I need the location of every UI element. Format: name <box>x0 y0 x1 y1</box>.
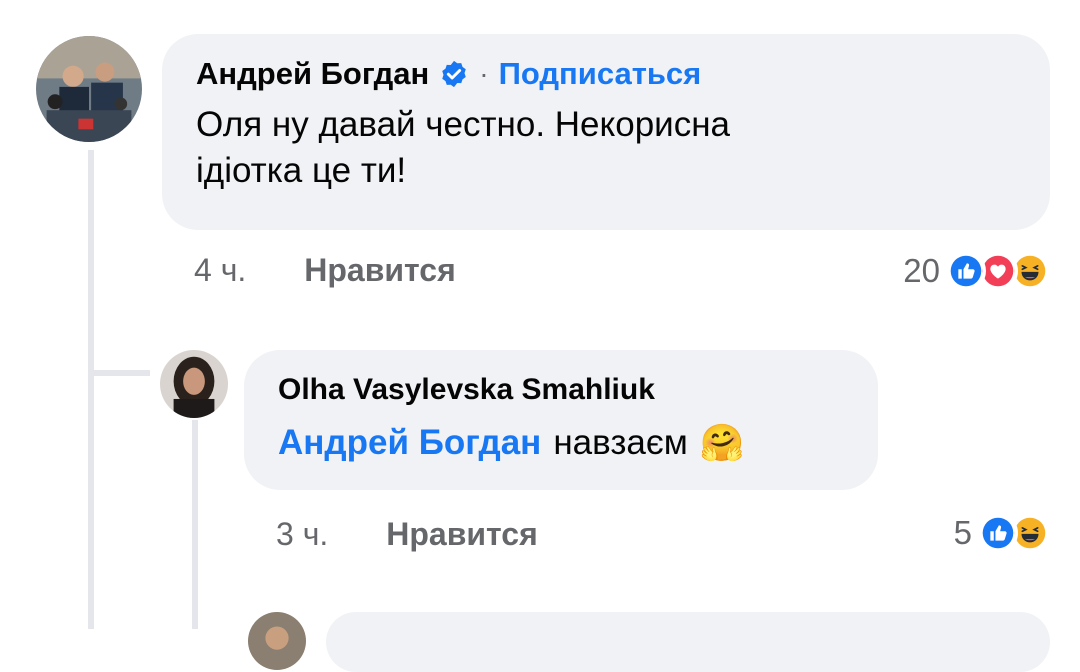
reply-author[interactable]: Olha Vasylevska Smahliuk <box>278 372 655 408</box>
like-icon <box>946 251 986 291</box>
separator-dot: · <box>479 58 489 89</box>
like-icon <box>978 513 1018 553</box>
reaction-summary[interactable]: 20 <box>903 250 1050 292</box>
avatar[interactable] <box>160 350 228 418</box>
reply-time[interactable]: 3 ч. <box>276 516 328 553</box>
verified-badge-icon <box>439 59 469 89</box>
reaction-count: 20 <box>903 252 940 289</box>
thread-line-main <box>88 150 94 629</box>
reply-bubble <box>326 612 1050 672</box>
thread-line-branch <box>88 370 150 376</box>
reaction-summary[interactable]: 5 <box>954 512 1050 554</box>
follow-button[interactable]: Подписаться <box>499 56 702 92</box>
hugging-face-emoji: 🤗 <box>699 422 745 463</box>
mention-link[interactable]: Андрей Богдан <box>278 420 541 466</box>
comment-bubble: Андрей Богдан · Подписаться Оля ну давай… <box>162 34 1050 230</box>
reply-text: навзаєм <box>553 423 688 462</box>
like-button[interactable]: Нравится <box>386 516 538 553</box>
reply-actions: 3 ч. Нравится <box>276 514 538 554</box>
avatar[interactable] <box>248 612 306 670</box>
comment-time[interactable]: 4 ч. <box>194 252 246 289</box>
like-button[interactable]: Нравится <box>304 252 456 289</box>
thread-line-reply <box>192 420 198 629</box>
reply-bubble: Olha Vasylevska Smahliuk Андрей Богдан н… <box>244 350 878 490</box>
avatar[interactable] <box>36 36 142 142</box>
comment-actions: 4 ч. Нравится <box>194 250 456 290</box>
comment-text-line: Оля ну давай честно. Некорисна <box>196 105 731 144</box>
comment-text-line: ідіотка це ти! <box>196 151 407 190</box>
reaction-count: 5 <box>953 514 972 551</box>
comment-author[interactable]: Андрей Богдан <box>196 56 429 92</box>
